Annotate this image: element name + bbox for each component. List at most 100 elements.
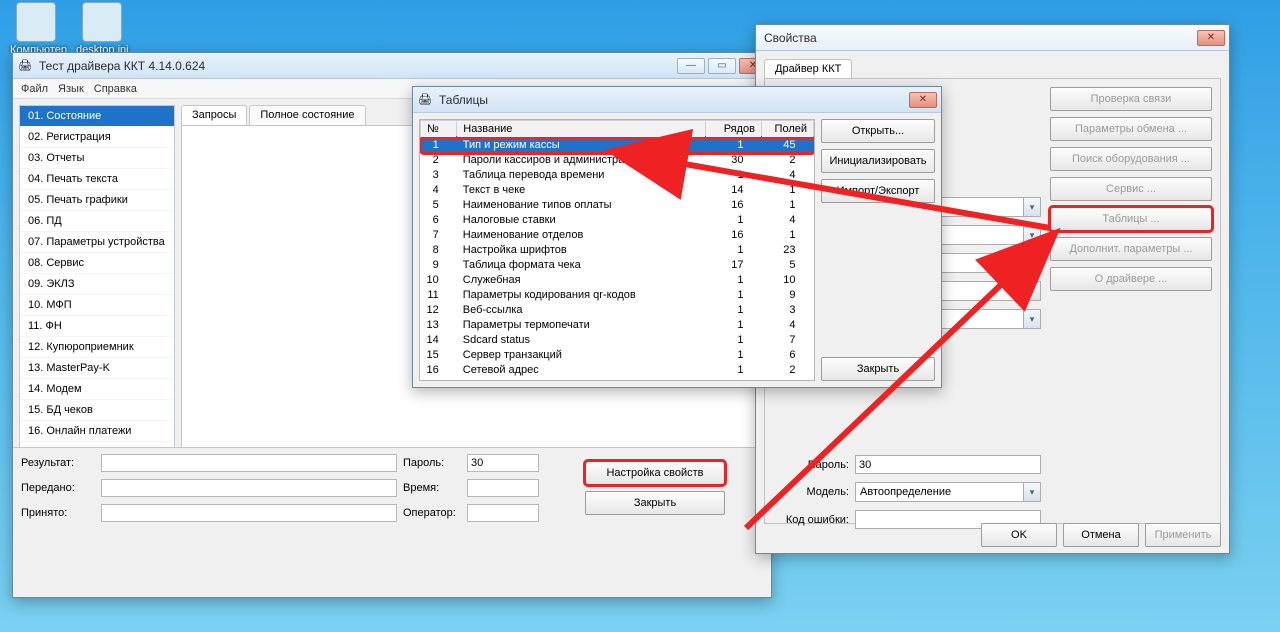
main-footer: Результат: Пароль: Настройка свойств Зак… <box>13 447 771 527</box>
sidebar-item[interactable]: 03. Отчеты <box>20 148 174 169</box>
ok-button[interactable]: OK <box>981 523 1057 547</box>
sidebar-item[interactable]: 11. ФН <box>20 316 174 337</box>
cell-fields: 2 <box>762 363 814 378</box>
sidebar-item[interactable]: 04. Печать текста <box>20 169 174 190</box>
table-row[interactable]: 6Налоговые ставки14 <box>421 213 814 228</box>
props-model-combo[interactable]: Автоопределение ▾ <box>855 482 1041 502</box>
cell-num: 4 <box>421 183 457 198</box>
cell-fields: 1 <box>762 198 814 213</box>
desktop-icon-computer[interactable]: Компьютер <box>10 2 62 56</box>
cell-fields: 4 <box>762 318 814 333</box>
table-row[interactable]: 9Таблица формата чека175 <box>421 258 814 273</box>
props-titlebar[interactable]: Свойства ✕ <box>756 25 1229 51</box>
table-row[interactable]: 3Таблица перевода времени14 <box>421 168 814 183</box>
settings-button[interactable]: Настройка свойств <box>585 461 725 485</box>
operator-field[interactable] <box>467 504 539 522</box>
additional-params-button[interactable]: Дополнит. параметры ... <box>1050 237 1212 261</box>
main-titlebar[interactable]: 🖨 Тест драйвера ККТ 4.14.0.624 — ▭ ✕ <box>13 53 771 79</box>
props-close-button[interactable]: ✕ <box>1197 30 1225 46</box>
cell-name: Сетевой адрес <box>457 363 706 378</box>
exchange-params-button[interactable]: Параметры обмена ... <box>1050 117 1212 141</box>
sidebar-item[interactable]: 16. Онлайн платежи <box>20 421 174 442</box>
cell-fields: 1 <box>762 183 814 198</box>
sidebar-item[interactable]: 15. БД чеков <box>20 400 174 421</box>
cancel-button[interactable]: Отмена <box>1063 523 1139 547</box>
sidebar-item[interactable]: 02. Регистрация <box>20 127 174 148</box>
desktop-icon-ini[interactable]: desktop.ini <box>76 2 128 56</box>
maximize-button[interactable]: ▭ <box>708 58 736 74</box>
password-label: Пароль: <box>403 457 461 469</box>
search-device-button[interactable]: Поиск оборудования ... <box>1050 147 1212 171</box>
table-row[interactable]: 12Веб-ссылка13 <box>421 303 814 318</box>
cell-name: Пароли кассиров и администратор <box>457 153 706 168</box>
table-row[interactable]: 10Служебная110 <box>421 273 814 288</box>
table-row[interactable]: 5Наименование типов оплаты161 <box>421 198 814 213</box>
chevron-down-icon: ▾ <box>1023 483 1040 501</box>
sidebar-item[interactable]: 12. Купюроприемник <box>20 337 174 358</box>
app-icon: 🖨 <box>417 92 433 108</box>
minimize-button[interactable]: — <box>677 58 705 74</box>
tables-button[interactable]: Таблицы ... <box>1050 207 1212 231</box>
sidebar-item[interactable]: 05. Печать графики <box>20 190 174 211</box>
tables-close-btn[interactable]: Закрыть <box>821 357 935 381</box>
sidebar-item[interactable]: 10. МФП <box>20 295 174 316</box>
about-driver-button[interactable]: О драйвере ... <box>1050 267 1212 291</box>
table-row[interactable]: 13Параметры термопечати14 <box>421 318 814 333</box>
props-title: Свойства <box>760 31 1197 45</box>
table-row[interactable]: 8Настройка шрифтов123 <box>421 243 814 258</box>
sidebar-item[interactable]: 13. MasterPay-K <box>20 358 174 379</box>
tables-window: 🖨 Таблицы ✕ № Название Рядов Полей 1Тип … <box>412 86 942 388</box>
table-row[interactable]: 16Сетевой адрес12 <box>421 363 814 378</box>
tab-requests[interactable]: Запросы <box>181 105 247 125</box>
computer-icon <box>16 2 56 42</box>
props-model-value: Автоопределение <box>856 486 1023 498</box>
cell-name: Текст в чеке <box>457 183 706 198</box>
cell-name: Sdcard status <box>457 333 706 348</box>
check-connection-button[interactable]: Проверка связи <box>1050 87 1212 111</box>
sent-field[interactable] <box>101 479 397 497</box>
open-button[interactable]: Открыть... <box>821 119 935 143</box>
col-name[interactable]: Название <box>457 121 706 138</box>
table-row[interactable]: 14Sdcard status17 <box>421 333 814 348</box>
sidebar-item[interactable]: 14. Модем <box>20 379 174 400</box>
col-fields[interactable]: Полей <box>762 121 814 138</box>
driver-tab[interactable]: Драйвер ККТ <box>764 59 852 78</box>
result-field[interactable] <box>101 454 397 472</box>
cell-fields: 23 <box>762 243 814 258</box>
menu-file[interactable]: Файл <box>21 83 48 95</box>
tab-full-state[interactable]: Полное состояние <box>249 105 365 125</box>
col-num[interactable]: № <box>421 121 457 138</box>
tables-grid[interactable]: № Название Рядов Полей 1Тип и режим касс… <box>419 119 815 381</box>
sidebar-item[interactable]: 07. Параметры устройства <box>20 232 174 253</box>
menu-language[interactable]: Язык <box>58 83 84 95</box>
password-field[interactable] <box>467 454 539 472</box>
table-row[interactable]: 11Параметры кодирования qr-кодов19 <box>421 288 814 303</box>
col-rows[interactable]: Рядов <box>706 121 762 138</box>
table-row[interactable]: 2Пароли кассиров и администратор302 <box>421 153 814 168</box>
service-button[interactable]: Сервис ... <box>1050 177 1212 201</box>
table-row[interactable]: 15Сервер транзакций16 <box>421 348 814 363</box>
apply-button[interactable]: Применить <box>1145 523 1221 547</box>
operator-label: Оператор: <box>403 507 461 519</box>
cell-name: Наименование отделов <box>457 228 706 243</box>
import-export-button[interactable]: Импорт/Экспорт <box>821 179 935 203</box>
sidebar-item[interactable]: 08. Сервис <box>20 253 174 274</box>
time-field[interactable] <box>467 479 539 497</box>
received-field[interactable] <box>101 504 397 522</box>
tables-titlebar[interactable]: 🖨 Таблицы ✕ <box>413 87 941 113</box>
sidebar-item[interactable]: 09. ЭКЛЗ <box>20 274 174 295</box>
table-row[interactable]: 7Наименование отделов161 <box>421 228 814 243</box>
props-password-field[interactable] <box>855 455 1041 474</box>
sent-label: Передано: <box>21 482 95 494</box>
close-app-button[interactable]: Закрыть <box>585 491 725 515</box>
table-row[interactable]: 1Тип и режим кассы145 <box>421 138 814 153</box>
initialize-button[interactable]: Инициализировать <box>821 149 935 173</box>
tables-side-buttons: Открыть... Инициализировать Импорт/Экспо… <box>821 119 935 381</box>
cell-rows: 16 <box>706 228 762 243</box>
sidebar-item[interactable]: 06. ПД <box>20 211 174 232</box>
tables-close-button[interactable]: ✕ <box>909 92 937 108</box>
sidebar-item[interactable]: 01. Состояние <box>20 106 174 127</box>
cell-name: Таблица перевода времени <box>457 168 706 183</box>
table-row[interactable]: 4Текст в чеке141 <box>421 183 814 198</box>
menu-help[interactable]: Справка <box>94 83 137 95</box>
